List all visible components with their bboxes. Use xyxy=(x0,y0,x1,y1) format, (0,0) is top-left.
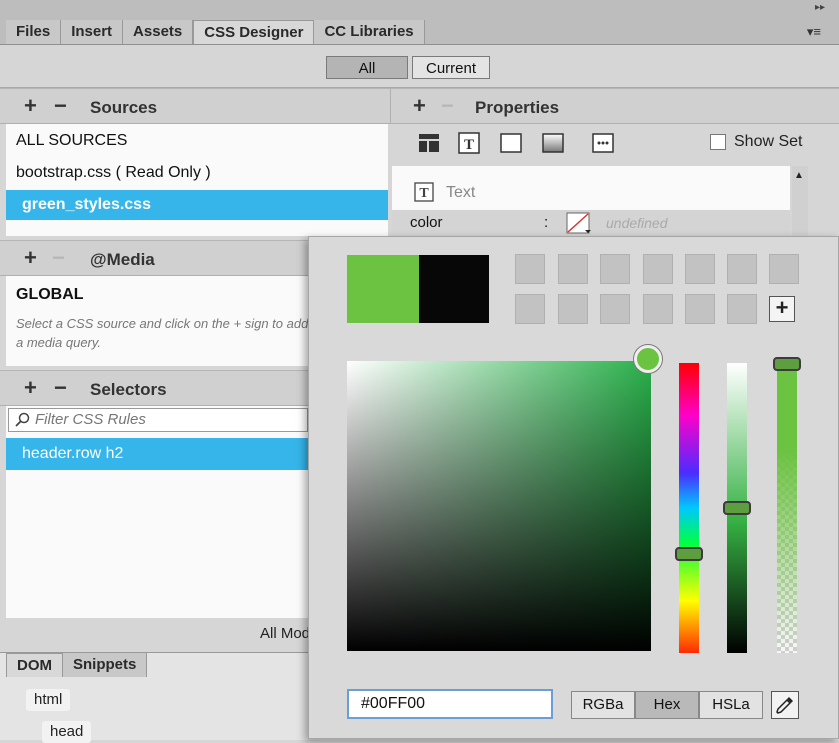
background-icon[interactable] xyxy=(542,132,564,154)
tab-insert[interactable]: Insert xyxy=(61,20,124,44)
remove-source-icon[interactable]: − xyxy=(54,95,67,117)
remove-property-icon: − xyxy=(441,93,454,118)
dom-node-html[interactable]: html xyxy=(26,689,71,711)
properties-title: Properties xyxy=(475,98,560,117)
source-item-selected[interactable]: green_styles.css xyxy=(6,190,388,220)
media-title: @Media xyxy=(90,250,155,269)
swatch-slot[interactable] xyxy=(558,294,588,324)
current-button[interactable]: Current xyxy=(412,56,490,79)
swatch-slot[interactable] xyxy=(600,254,630,284)
dom-node-head[interactable]: head xyxy=(42,721,92,743)
text-section-icon: T xyxy=(414,182,434,202)
collapse-icon[interactable]: ▸▸ xyxy=(815,2,825,13)
selectors-title: Selectors xyxy=(90,380,167,399)
add-property-icon[interactable]: + xyxy=(413,95,426,117)
sources-header: + − Sources xyxy=(0,88,390,124)
all-button[interactable]: All xyxy=(326,56,408,79)
source-item[interactable]: bootstrap.css ( Read Only ) xyxy=(16,164,211,182)
swatch-slot[interactable] xyxy=(685,254,715,284)
tab-dom[interactable]: DOM xyxy=(6,653,63,677)
tab-files[interactable]: Files xyxy=(6,20,62,44)
source-item-label: green_styles.css xyxy=(22,196,151,213)
search-icon xyxy=(15,412,31,435)
property-category-bar: T Show Set xyxy=(390,124,839,166)
color-picker-popup: + #00FF00 RGBa Hex HSLa xyxy=(308,236,839,739)
svg-text:T: T xyxy=(464,137,474,153)
property-list: T Text color : undefined xyxy=(392,166,790,236)
hex-value-input[interactable]: #00FF00 xyxy=(347,689,553,719)
hsla-format-button[interactable]: HSLa xyxy=(699,691,763,719)
media-global[interactable]: GLOBAL xyxy=(16,286,84,304)
properties-header: + − Properties xyxy=(390,88,839,124)
text-section-label: Text xyxy=(446,184,476,201)
color-property-row[interactable]: color : undefined xyxy=(392,210,790,236)
tab-css-designer[interactable]: CSS Designer xyxy=(193,20,315,44)
remove-media-icon: − xyxy=(52,245,65,270)
swatch-slot[interactable] xyxy=(685,294,715,324)
show-set-checkbox[interactable] xyxy=(710,134,726,150)
original-color-preview[interactable] xyxy=(419,255,489,323)
property-separator: : xyxy=(544,214,549,231)
new-color-preview xyxy=(347,255,419,323)
color-swatch-button[interactable] xyxy=(566,212,592,234)
tab-snippets[interactable]: Snippets xyxy=(63,653,148,677)
saturation-brightness-field[interactable] xyxy=(347,361,651,651)
swatch-slot[interactable] xyxy=(515,254,545,284)
add-swatch-button[interactable]: + xyxy=(769,296,795,322)
swatch-slot[interactable] xyxy=(727,294,757,324)
hue-slider[interactable] xyxy=(679,363,699,653)
layout-icon[interactable] xyxy=(418,132,440,154)
source-item[interactable]: ALL SOURCES xyxy=(16,132,127,150)
swatch-slot[interactable] xyxy=(558,254,588,284)
media-hint: Select a CSS source and click on the + s… xyxy=(16,316,309,350)
swatch-slot[interactable] xyxy=(727,254,757,284)
lightness-slider-handle[interactable] xyxy=(723,501,751,515)
swatch-slot[interactable] xyxy=(769,254,799,284)
filter-css-rules-input[interactable]: Filter CSS Rules xyxy=(8,408,308,432)
show-set-label: Show Set xyxy=(734,133,803,150)
mode-toggle-bar: All Current xyxy=(0,45,839,88)
tab-assets[interactable]: Assets xyxy=(123,20,194,44)
swatch-slot[interactable] xyxy=(643,254,673,284)
svg-text:T: T xyxy=(419,186,429,201)
hex-format-button[interactable]: Hex xyxy=(635,691,699,719)
swatch-slot[interactable] xyxy=(643,294,673,324)
text-category-icon[interactable]: T xyxy=(458,132,480,154)
color-property-value: undefined xyxy=(606,215,668,231)
eyedropper-icon[interactable] xyxy=(771,691,799,719)
tab-cc-libraries[interactable]: CC Libraries xyxy=(314,20,425,44)
properties-scrollbar[interactable]: ▲ xyxy=(792,166,808,236)
sources-title: Sources xyxy=(90,98,158,117)
color-picker-handle[interactable] xyxy=(634,345,662,373)
add-media-icon[interactable]: + xyxy=(24,247,37,269)
panel-tab-bar: ▸▸ Files Insert Assets CSS Designer CC L… xyxy=(0,0,839,45)
alpha-slider-handle[interactable] xyxy=(773,357,801,371)
alpha-slider[interactable] xyxy=(777,363,797,653)
add-source-icon[interactable]: + xyxy=(24,95,37,117)
remove-selector-icon[interactable]: − xyxy=(54,377,67,399)
filter-placeholder: Filter CSS Rules xyxy=(35,411,146,428)
hue-slider-handle[interactable] xyxy=(675,547,703,561)
sources-list: ALL SOURCES bootstrap.css ( Read Only ) … xyxy=(6,124,388,236)
border-icon[interactable] xyxy=(500,132,522,154)
selector-item-label: header.row h2 xyxy=(22,445,124,462)
color-property-name: color xyxy=(410,214,443,231)
dom-tab-bar: DOM Snippets xyxy=(6,653,148,677)
swatch-slot[interactable] xyxy=(515,294,545,324)
more-icon[interactable] xyxy=(592,132,614,154)
rgba-format-button[interactable]: RGBa xyxy=(571,691,635,719)
swatch-slot[interactable] xyxy=(600,294,630,324)
panel-menu-icon[interactable]: ▾≡ xyxy=(807,24,821,40)
add-selector-icon[interactable]: + xyxy=(24,377,37,399)
